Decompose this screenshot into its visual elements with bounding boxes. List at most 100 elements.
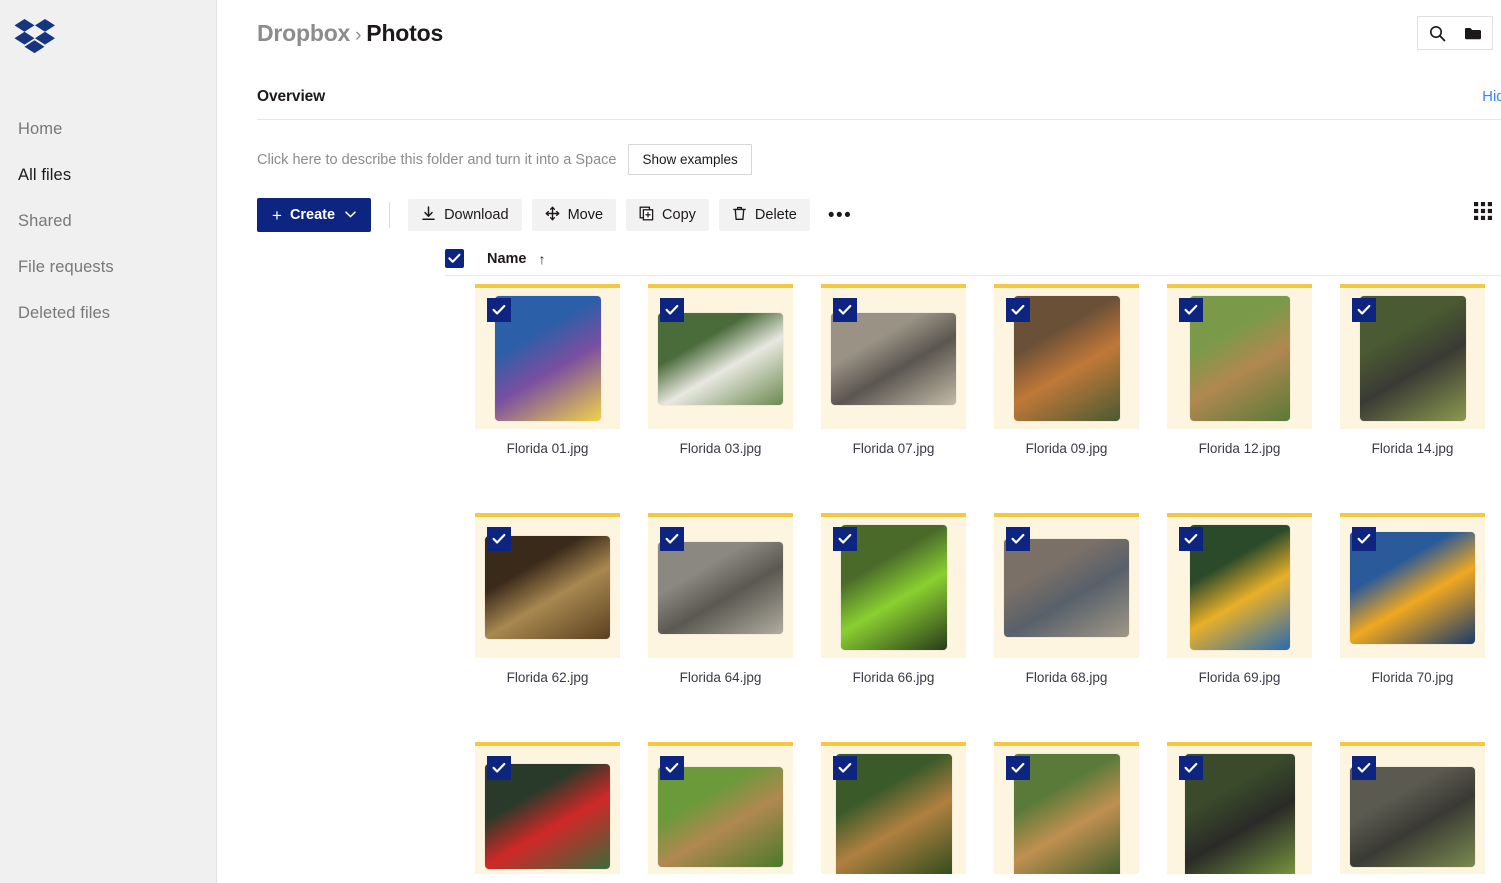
grid-row-spacer <box>821 456 979 513</box>
file-grid-container[interactable]: Florida 01.jpg Florida 03.jpg Florida 07.j… <box>475 284 1501 874</box>
file-tile[interactable]: Florida 92.jpg <box>1167 742 1325 874</box>
photo-thumbnail[interactable] <box>1004 538 1129 637</box>
file-select-checkbox[interactable] <box>1179 527 1203 551</box>
file-select-checkbox[interactable] <box>487 298 511 322</box>
thumbnail-tile[interactable] <box>648 513 793 658</box>
photo-thumbnail[interactable] <box>1189 296 1290 421</box>
copy-button[interactable]: Copy <box>626 199 709 231</box>
file-select-checkbox[interactable] <box>660 527 684 551</box>
thumbnail-tile[interactable] <box>648 742 793 874</box>
file-select-checkbox[interactable] <box>487 527 511 551</box>
more-options-button[interactable]: ••• <box>820 206 860 225</box>
file-tile[interactable]: Florida 94.jpg <box>1340 742 1498 874</box>
sidebar-item-deleted-files[interactable]: Deleted files <box>0 290 216 336</box>
photo-thumbnail[interactable] <box>831 312 956 405</box>
sort-ascending-icon[interactable]: ↑ <box>539 251 546 267</box>
grid-row-spacer <box>1340 685 1498 742</box>
file-tile[interactable]: Florida 84.jpg <box>648 742 806 874</box>
file-select-checkbox[interactable] <box>1352 298 1376 322</box>
file-tile[interactable]: Florida 03.jpg <box>648 284 806 456</box>
photo-thumbnail[interactable] <box>658 541 783 634</box>
search-icon[interactable] <box>1426 22 1448 44</box>
file-name-label: Florida 68.jpg <box>1025 670 1108 685</box>
file-tile[interactable]: Florida 12.jpg <box>1167 284 1325 456</box>
file-grid: Florida 01.jpg Florida 03.jpg Florida 07.j… <box>475 284 1501 874</box>
thumbnail-tile[interactable] <box>994 742 1139 874</box>
file-select-checkbox[interactable] <box>1006 298 1030 322</box>
file-tile[interactable]: Florida 85.jpg <box>821 742 979 874</box>
file-select-checkbox[interactable] <box>833 527 857 551</box>
overview-hide-link[interactable]: Hide <box>1482 88 1501 105</box>
show-examples-button[interactable]: Show examples <box>628 144 752 175</box>
download-button[interactable]: Download <box>408 199 522 231</box>
sidebar-item-file-requests[interactable]: File requests <box>0 244 216 290</box>
download-button-label: Download <box>444 207 509 223</box>
file-tile[interactable]: Florida 14.jpg <box>1340 284 1498 456</box>
thumbnail-tile[interactable] <box>475 742 620 874</box>
file-name-label: Florida 62.jpg <box>506 670 589 685</box>
file-tile[interactable]: Florida 01.jpg <box>475 284 633 456</box>
photo-thumbnail[interactable] <box>485 536 610 639</box>
thumbnail-tile[interactable] <box>1340 742 1485 874</box>
file-select-checkbox[interactable] <box>487 756 511 780</box>
photo-thumbnail[interactable] <box>1350 766 1475 867</box>
file-select-checkbox[interactable] <box>833 298 857 322</box>
describe-folder-text[interactable]: Click here to describe this folder and t… <box>257 152 616 168</box>
dropbox-logo[interactable] <box>0 14 216 72</box>
thumbnail-tile[interactable] <box>994 513 1139 658</box>
file-name-label: Florida 64.jpg <box>679 670 762 685</box>
photo-thumbnail[interactable] <box>658 312 783 405</box>
thumbnail-tile[interactable] <box>648 284 793 429</box>
grid-view-icon[interactable] <box>1473 201 1495 223</box>
column-header-name[interactable]: Name <box>487 251 527 267</box>
sidebar-item-all-files[interactable]: All files <box>0 152 216 198</box>
file-select-checkbox[interactable] <box>1179 298 1203 322</box>
file-tile[interactable]: Florida 66.jpg <box>821 513 979 685</box>
thumbnail-tile[interactable] <box>994 284 1139 429</box>
thumbnail-tile[interactable] <box>1167 284 1312 429</box>
thumbnail-tile[interactable] <box>821 284 966 429</box>
top-bar: Dropbox › Photos <box>217 0 1501 66</box>
file-select-checkbox[interactable] <box>833 756 857 780</box>
file-tile[interactable]: Florida 70.jpg <box>1340 513 1498 685</box>
photo-thumbnail[interactable] <box>1189 525 1290 650</box>
thumbnail-tile[interactable] <box>1167 513 1312 658</box>
file-select-checkbox[interactable] <box>1006 756 1030 780</box>
delete-button[interactable]: Delete <box>718 199 810 231</box>
photo-thumbnail[interactable] <box>658 766 783 867</box>
file-select-checkbox[interactable] <box>1352 527 1376 551</box>
file-tile[interactable]: Florida 62.jpg <box>475 513 633 685</box>
trash-icon <box>732 206 747 225</box>
action-toolbar: + Create Download Move Copy Delete ••• <box>217 175 1501 232</box>
file-tile[interactable]: Florida 09.jpg <box>994 284 1152 456</box>
folder-icon[interactable] <box>1462 22 1484 44</box>
file-tile[interactable]: Florida 07.jpg <box>821 284 979 456</box>
move-button[interactable]: Move <box>531 199 617 231</box>
file-select-checkbox[interactable] <box>660 756 684 780</box>
file-tile[interactable]: Florida 69.jpg <box>1167 513 1325 685</box>
breadcrumb-root[interactable]: Dropbox <box>257 20 350 46</box>
sidebar-item-home[interactable]: Home <box>0 106 216 152</box>
file-tile[interactable]: Florida 64.jpg <box>648 513 806 685</box>
thumbnail-tile[interactable] <box>1340 284 1485 429</box>
sidebar-item-shared[interactable]: Shared <box>0 198 216 244</box>
thumbnail-tile[interactable] <box>1340 513 1485 658</box>
file-select-checkbox[interactable] <box>1179 756 1203 780</box>
thumbnail-tile[interactable] <box>821 513 966 658</box>
main-content: Dropbox›Photos Overview Hide <box>217 0 1501 883</box>
file-select-checkbox[interactable] <box>1006 527 1030 551</box>
select-all-checkbox[interactable] <box>445 249 464 268</box>
file-select-checkbox[interactable] <box>660 298 684 322</box>
grid-row-spacer <box>648 685 806 742</box>
thumbnail-tile[interactable] <box>1167 742 1312 874</box>
thumbnail-tile[interactable] <box>821 742 966 874</box>
sidebar: Home All files Shared File requests Dele… <box>0 0 217 883</box>
thumbnail-tile[interactable] <box>475 284 620 429</box>
file-tile[interactable]: Florida 68.jpg <box>994 513 1152 685</box>
file-select-checkbox[interactable] <box>1352 756 1376 780</box>
file-tile[interactable]: Florida 87.jpg <box>994 742 1152 874</box>
create-button[interactable]: + Create <box>257 198 372 232</box>
file-tile[interactable]: Florida 78.jpg <box>475 742 633 874</box>
copy-button-label: Copy <box>662 207 696 223</box>
thumbnail-tile[interactable] <box>475 513 620 658</box>
